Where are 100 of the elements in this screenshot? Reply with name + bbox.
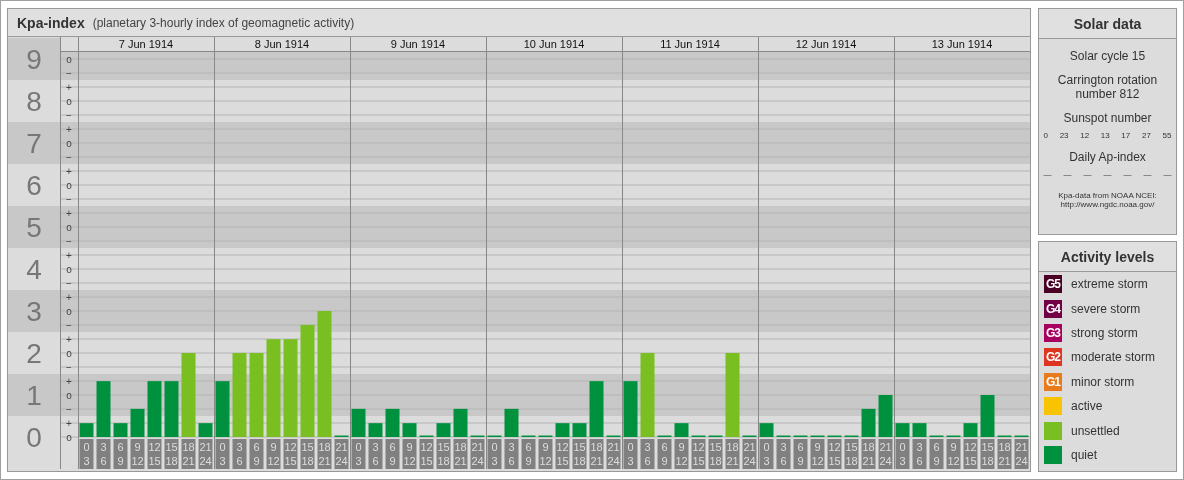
ap-index-heading: Daily Ap-index: [1069, 150, 1146, 164]
minor-tick-label: −: [66, 319, 72, 331]
hour-label: 0 3: [79, 439, 94, 469]
x-tick-label: 3 6: [372, 441, 379, 467]
x-tick-label: 6 9: [389, 441, 396, 467]
axis-tick-label: 5: [26, 212, 42, 243]
carrington-rotation: Carrington rotation number 812: [1056, 73, 1159, 101]
minor-tick-label: o: [66, 221, 72, 233]
sunspot-value: 0: [1043, 131, 1048, 140]
hour-label: 12 15: [147, 439, 162, 469]
minor-tick-label: +: [66, 81, 72, 93]
hour-label: 15 18: [844, 439, 859, 469]
hour-label: 6 9: [657, 439, 672, 469]
hour-label: 3 6: [776, 439, 791, 469]
x-tick-label: 3 6: [100, 441, 107, 467]
x-tick-label: 0 3: [219, 441, 226, 467]
minor-tick-label: +: [66, 207, 72, 219]
minor-tick-label: +: [66, 375, 72, 387]
hour-label: 18 21: [861, 439, 876, 469]
sunspot-value: 23: [1059, 131, 1069, 140]
minor-tick-label: o: [66, 53, 72, 65]
x-tick-label: 6 9: [933, 441, 940, 467]
hour-label: 15 18: [708, 439, 723, 469]
hour-label: 6 9: [385, 439, 400, 469]
hour-label: 12 15: [283, 439, 298, 469]
hour-label: 9 12: [674, 439, 689, 469]
minor-tick-label: +: [66, 417, 72, 429]
level-label: quiet: [1071, 447, 1098, 462]
hour-label: 21 24: [334, 439, 349, 469]
hour-label: 3 6: [504, 439, 519, 469]
minor-tick-label: o: [66, 347, 72, 359]
hour-label: 0 3: [759, 439, 774, 469]
hour-label: 3 6: [96, 439, 111, 469]
x-tick-label: 6 9: [525, 441, 532, 467]
axis-tick-label: 0: [26, 422, 42, 453]
hour-label: 12 15: [555, 439, 570, 469]
x-tick-label: 0 3: [491, 441, 498, 467]
date-label: 9 Jun 1914: [390, 38, 446, 50]
level-swatch: G2: [1044, 348, 1062, 367]
ap-index-value: —: [1123, 170, 1132, 179]
hour-label: 0 3: [351, 439, 366, 469]
minor-tick-label: o: [66, 431, 72, 443]
hour-label: 12 15: [963, 439, 978, 469]
hour-label: 6 9: [793, 439, 808, 469]
hour-label: 21 24: [878, 439, 893, 469]
ap-index-value: —: [1163, 170, 1172, 179]
hour-label: 18 21: [725, 439, 740, 469]
hour-label: 21 24: [742, 439, 757, 469]
source-url: http://www.ngdc.noaa.gov/: [1060, 200, 1155, 209]
axis-tick-label: 9: [26, 44, 42, 75]
axis-tick-label: 8: [26, 86, 42, 117]
x-tick-label: 3 6: [916, 441, 923, 467]
x-tick-label: 0 3: [763, 441, 770, 467]
ap-index-value: —: [1103, 170, 1112, 179]
hour-label: 9 12: [130, 439, 145, 469]
hour-label: 18 21: [181, 439, 196, 469]
axis-tick-label: 1: [26, 380, 42, 411]
x-tick-label: 6 9: [661, 441, 668, 467]
x-tick-label: 0 3: [899, 441, 906, 467]
hour-label: 18 21: [317, 439, 332, 469]
hour-label: 21 24: [198, 439, 213, 469]
axis-tick-label: 2: [26, 338, 42, 369]
x-tick-label: 0 3: [355, 441, 362, 467]
level-label: active: [1071, 399, 1103, 414]
hour-label: 6 9: [113, 439, 128, 469]
hour-label: 3 6: [640, 439, 655, 469]
hour-label: 3 6: [912, 439, 927, 469]
hour-label: 12 15: [419, 439, 434, 469]
hour-label: 9 12: [810, 439, 825, 469]
chart-title: Kpa-index: [17, 14, 85, 31]
level-label: moderate storm: [1071, 350, 1156, 365]
minor-tick-label: o: [66, 179, 72, 191]
hour-label: 12 15: [691, 439, 706, 469]
minor-tick-label: −: [66, 361, 72, 373]
x-tick-label: 3 6: [644, 441, 651, 467]
level-swatch: G4: [1044, 299, 1062, 318]
minor-tick-label: o: [66, 137, 72, 149]
date-label: 13 Jun 1914: [931, 38, 993, 50]
level-label: severe storm: [1071, 301, 1141, 316]
sunspot-value: 17: [1121, 131, 1131, 140]
x-tick-label: 0 3: [83, 441, 90, 467]
minor-tick-label: o: [66, 263, 72, 275]
minor-tick-label: o: [66, 95, 72, 107]
ap-index-value: —: [1083, 170, 1092, 179]
minor-tick-label: +: [66, 249, 72, 261]
hour-label: 15 18: [436, 439, 451, 469]
level-label: strong storm: [1071, 325, 1138, 340]
sunspot-value: 27: [1141, 131, 1151, 140]
hour-label: 0 3: [895, 439, 910, 469]
date-label: 11 Jun 1914: [660, 38, 720, 50]
hour-label: 9 12: [266, 439, 281, 469]
solar-cycle: Solar cycle 15: [1069, 49, 1146, 63]
axis-tick-label: 6: [26, 170, 42, 201]
minor-tick-label: o: [66, 305, 72, 317]
date-label: 10 Jun 1914: [523, 38, 585, 50]
hour-label: 21 24: [470, 439, 485, 469]
ap-index-value: —: [1063, 170, 1072, 179]
x-tick-label: 3 6: [508, 441, 515, 467]
hour-label: 15 18: [980, 439, 995, 469]
axis-tick-label: 7: [26, 128, 42, 159]
